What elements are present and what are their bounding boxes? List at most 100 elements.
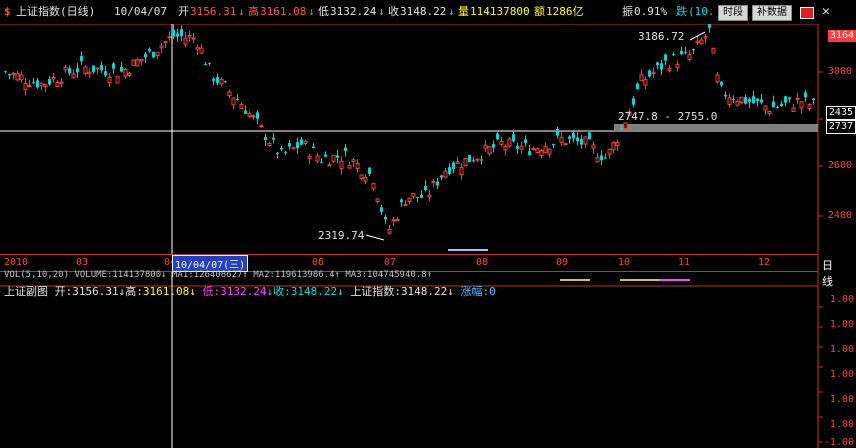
candle-body bbox=[264, 136, 267, 141]
candle-body bbox=[19, 74, 24, 81]
candle-body bbox=[556, 129, 559, 136]
candle-body bbox=[572, 133, 575, 139]
low-value: 3132.24 bbox=[330, 5, 377, 18]
candle-body bbox=[656, 62, 659, 66]
candle-body bbox=[231, 97, 236, 106]
candle-body bbox=[516, 145, 519, 149]
candle-body bbox=[459, 167, 464, 176]
candle-body bbox=[615, 142, 620, 146]
candle-body bbox=[524, 139, 527, 144]
candle-body bbox=[492, 144, 495, 148]
candle-body bbox=[468, 154, 471, 163]
candle-body bbox=[8, 74, 11, 76]
candle-body bbox=[183, 37, 188, 45]
candle-body bbox=[475, 158, 480, 161]
kline-chart[interactable] bbox=[0, 24, 856, 448]
candle-body bbox=[92, 65, 95, 72]
candle-body bbox=[327, 164, 332, 167]
sub-low-value: 3132.24 bbox=[220, 285, 267, 298]
candle-body bbox=[391, 219, 396, 222]
sub-y-tick: 1.00 bbox=[829, 394, 854, 405]
candle-body bbox=[620, 128, 623, 130]
volume-label: 量 bbox=[458, 5, 469, 18]
candle-body bbox=[591, 144, 596, 149]
candle-body bbox=[39, 82, 44, 87]
candle-body bbox=[732, 99, 735, 101]
candle-body bbox=[259, 124, 264, 128]
candle-body bbox=[407, 197, 412, 202]
candle-body bbox=[507, 138, 512, 147]
candle-body bbox=[403, 203, 408, 206]
candle-body bbox=[763, 105, 768, 111]
candle-body bbox=[672, 54, 675, 56]
sub-y-tick: 1.00 bbox=[829, 419, 854, 430]
candle-body bbox=[55, 82, 60, 87]
candle-body bbox=[687, 54, 692, 60]
candle-body bbox=[660, 63, 663, 70]
period-label[interactable]: 日线 bbox=[822, 257, 833, 289]
volume-value: 114137800 bbox=[470, 5, 530, 18]
sub-y-tick: 1.00 bbox=[829, 344, 854, 355]
candle-body bbox=[36, 80, 39, 88]
candle-body bbox=[251, 115, 256, 118]
candle-body bbox=[760, 99, 763, 103]
candle-body bbox=[371, 183, 376, 190]
sub-close-value: 3148.22 bbox=[290, 285, 338, 298]
date-label: 09 bbox=[556, 257, 569, 268]
candle-body bbox=[463, 157, 468, 167]
candle-body bbox=[799, 101, 804, 109]
candle-body bbox=[547, 148, 552, 155]
candle-body bbox=[195, 46, 200, 50]
sub-open-label: 开 bbox=[54, 285, 66, 298]
date-label: 06 bbox=[312, 257, 325, 268]
candle-body bbox=[212, 78, 215, 81]
candle-body bbox=[559, 136, 564, 143]
candle-body bbox=[359, 174, 364, 180]
window-icon[interactable] bbox=[800, 7, 814, 19]
high-value: 3161.08 bbox=[260, 5, 307, 18]
dollar-icon[interactable]: $ bbox=[4, 6, 11, 18]
close-icon[interactable]: ✕ bbox=[822, 4, 830, 19]
candle-body bbox=[812, 98, 815, 101]
fill-data-button[interactable]: 补数据 bbox=[752, 5, 792, 21]
candle-body bbox=[344, 147, 347, 152]
change-value: (10. bbox=[688, 5, 715, 18]
candle-body bbox=[727, 97, 732, 105]
candle-body bbox=[247, 112, 252, 117]
candle-body bbox=[312, 146, 315, 149]
candle-body bbox=[675, 63, 680, 68]
candle-body bbox=[32, 81, 35, 83]
timeshare-button[interactable]: 时段 bbox=[718, 5, 748, 21]
security-name: 上证指数(日线) bbox=[16, 5, 96, 18]
candle-body bbox=[695, 40, 700, 43]
candle-body bbox=[167, 36, 172, 39]
candle-body bbox=[788, 97, 791, 99]
candle-body bbox=[104, 71, 107, 76]
candle-body bbox=[416, 196, 419, 198]
candle-body bbox=[648, 70, 651, 77]
candle-body bbox=[100, 64, 103, 71]
down-arrow-icon: ↓ bbox=[238, 5, 245, 18]
candle-body bbox=[256, 112, 259, 119]
candle-body bbox=[107, 76, 112, 83]
candle-body bbox=[583, 136, 588, 145]
candle-body bbox=[472, 160, 475, 162]
candle-body bbox=[300, 139, 303, 145]
candle-body bbox=[452, 162, 455, 170]
candle-body bbox=[83, 66, 88, 75]
candle-body bbox=[580, 139, 583, 145]
candle-body bbox=[780, 103, 783, 106]
candle-body bbox=[51, 76, 56, 80]
candle-body bbox=[187, 34, 192, 38]
candle-body bbox=[748, 98, 751, 103]
candle-body bbox=[68, 68, 71, 74]
candle-body bbox=[440, 175, 443, 178]
candle-body bbox=[623, 122, 628, 129]
candle-body bbox=[216, 77, 219, 83]
candle-body bbox=[772, 101, 775, 108]
candle-body bbox=[363, 177, 368, 182]
candle-body bbox=[395, 219, 400, 222]
close-value: 3148.22 bbox=[400, 5, 447, 18]
date-label: 12 bbox=[758, 257, 771, 268]
candle-body bbox=[715, 74, 720, 83]
